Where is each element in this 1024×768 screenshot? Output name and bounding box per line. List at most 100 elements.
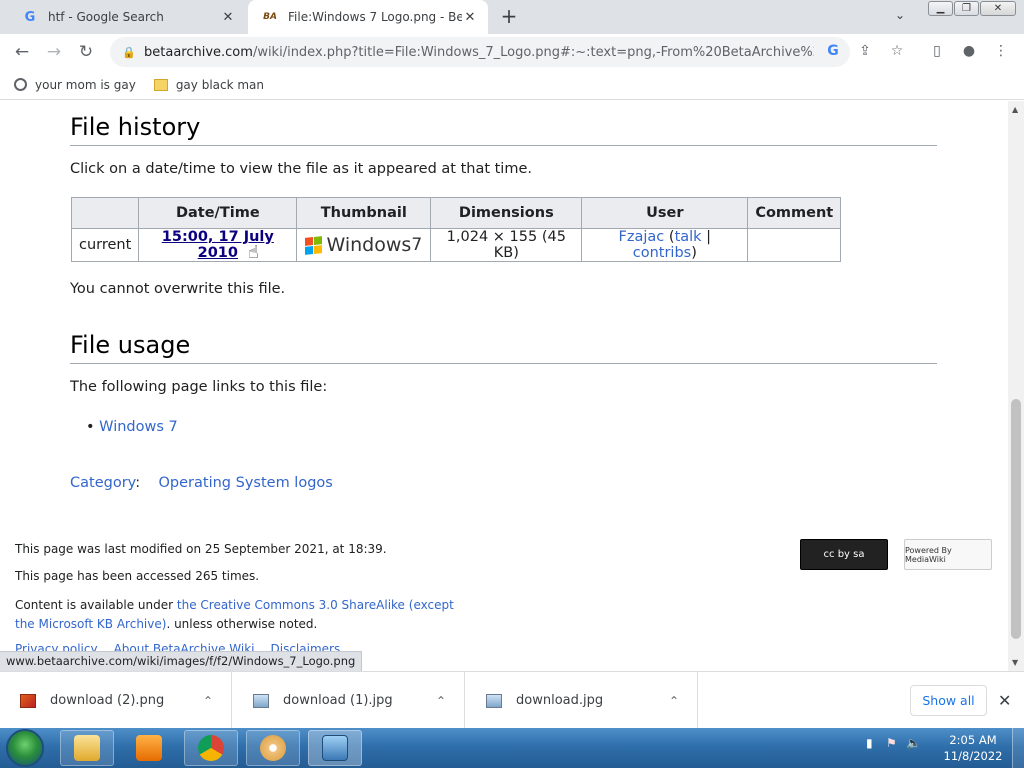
image-viewer-taskbar-button[interactable] — [308, 730, 362, 766]
address-bar[interactable]: 🔒 betaarchive.com/wiki/index.php?title=F… — [110, 37, 850, 67]
footer-license: Content is available under the Creative … — [15, 598, 454, 631]
contribs-link[interactable]: contribs — [633, 245, 691, 261]
scroll-down-icon[interactable]: ▼ — [1012, 658, 1018, 667]
image-viewer-icon — [322, 735, 348, 761]
restore-button[interactable]: ❐ — [954, 1, 979, 16]
file-history-table: Date/Time Thumbnail Dimensions User Comm… — [70, 197, 842, 262]
thumbnail-cell[interactable]: Windows 7 — [296, 228, 432, 262]
lock-icon[interactable]: 🔒 — [122, 46, 136, 59]
scroll-up-icon[interactable]: ▲ — [1012, 105, 1018, 114]
column-header: Comment — [747, 197, 842, 229]
downloads-shelf: download (2).png ⌃ download (1).jpg ⌃ do… — [0, 671, 1024, 729]
download-item[interactable]: download (1).jpg ⌃ — [233, 672, 465, 729]
chevron-up-icon[interactable]: ⌃ — [669, 694, 679, 708]
close-icon[interactable]: ✕ — [998, 691, 1011, 710]
system-clock[interactable]: 2:05 AM 11/8/2022 — [940, 732, 1006, 764]
user-link[interactable]: Fzajac — [619, 229, 665, 245]
file-usage-heading: File usage — [70, 331, 937, 364]
download-filename: download (2).png — [50, 693, 165, 708]
chrome-taskbar-button[interactable] — [184, 730, 238, 766]
version-status: current — [70, 228, 140, 262]
globe-icon — [14, 78, 27, 91]
media-player-taskbar-button[interactable] — [122, 730, 176, 766]
folder-icon — [74, 735, 100, 761]
system-tray: ▮ ⚑ 🔈 — [866, 736, 921, 750]
network-icon[interactable]: ▮ — [866, 736, 880, 750]
footer-last-modified: This page was last modified on 25 Septem… — [15, 542, 387, 556]
download-item[interactable]: download.jpg ⌃ — [466, 672, 698, 729]
show-all-button[interactable]: Show all — [910, 685, 987, 716]
scroll-thumb[interactable] — [1011, 399, 1021, 639]
page-content: File history Click on a date/time to vie… — [0, 101, 1008, 671]
action-center-flag-icon[interactable]: ⚑ — [886, 736, 900, 750]
category-label-link[interactable]: Category — [70, 475, 135, 491]
column-header: Thumbnail — [296, 197, 432, 229]
bookmark-label: your mom is gay — [35, 77, 136, 92]
talk-link[interactable]: talk — [675, 229, 702, 245]
user-cell: Fzajac (talk | contribs) — [581, 228, 749, 262]
cc-badge-text: cc by sa — [823, 549, 865, 560]
google-icon: G — [24, 9, 36, 25]
media-player-icon — [136, 735, 162, 761]
menu-icon[interactable]: ⋮ — [992, 42, 1010, 60]
paint-taskbar-button[interactable] — [246, 730, 300, 766]
betaarchive-icon: BA — [263, 12, 277, 22]
datetime-cell: 15:00, 17 July 2010 — [138, 228, 298, 262]
table-row: current 15:00, 17 July 2010 Windows 7 1,0… — [70, 228, 842, 262]
start-button[interactable] — [6, 729, 44, 767]
comment-cell — [747, 228, 842, 262]
side-panel-icon[interactable]: ▯ — [928, 42, 946, 60]
google-lens-icon[interactable]: G — [824, 42, 842, 60]
window-close-button[interactable]: ✕ — [980, 1, 1016, 16]
windows-7-link[interactable]: Windows 7 — [99, 419, 178, 435]
category-box: Category: Operating System logos — [70, 475, 333, 491]
clock-time: 2:05 AM — [949, 733, 997, 747]
bookmarks-bar: your mom is gay gay black man — [0, 70, 1024, 100]
minimize-button[interactable]: ▁ — [928, 1, 953, 16]
tab-google-search[interactable]: G htf - Google Search ✕ — [8, 0, 246, 34]
download-filename: download (1).jpg — [283, 693, 393, 708]
cc-by-sa-badge[interactable]: cc by sa — [800, 539, 888, 570]
png-file-icon — [20, 693, 36, 708]
folder-icon — [153, 78, 168, 91]
clock-date: 11/8/2022 — [943, 749, 1003, 763]
bookmark-folder[interactable]: gay black man — [153, 77, 265, 92]
show-desktop-button[interactable] — [1012, 728, 1024, 768]
chevron-up-icon[interactable]: ⌃ — [203, 694, 213, 708]
thumbnail-text: Windows — [326, 234, 412, 256]
category-link[interactable]: Operating System logos — [159, 475, 333, 491]
profile-avatar-icon[interactable]: ● — [960, 42, 978, 60]
download-filename: download.jpg — [516, 693, 604, 708]
new-tab-button[interactable]: + — [498, 4, 520, 28]
chevron-up-icon[interactable]: ⌃ — [436, 694, 446, 708]
bookmark-label: gay black man — [175, 77, 265, 92]
tab-title: File:Windows 7 Logo.png - BetaA — [288, 10, 462, 24]
windows-7-logo-thumbnail[interactable]: Windows 7 — [304, 234, 423, 256]
close-tab-icon[interactable]: ✕ — [220, 9, 236, 25]
tab-search-icon[interactable]: ⌄ — [895, 8, 905, 22]
bullet: • — [86, 419, 100, 435]
forward-button[interactable]: → — [44, 42, 64, 62]
url-text: betaarchive.com/wiki/index.php?title=Fil… — [144, 44, 814, 60]
tab-title: htf - Google Search — [48, 10, 164, 24]
vertical-scrollbar[interactable]: ▲ ▼ — [1008, 101, 1024, 671]
table-header-row: Date/Time Thumbnail Dimensions User Comm… — [70, 197, 842, 229]
hand-cursor-icon: ☝ — [248, 242, 259, 263]
mediawiki-badge[interactable]: Powered By MediaWiki — [904, 539, 992, 570]
volume-icon[interactable]: 🔈 — [906, 736, 921, 750]
back-button[interactable]: ← — [12, 42, 32, 62]
column-header: User — [581, 197, 749, 229]
share-icon[interactable]: ⇪ — [856, 42, 874, 60]
reload-button[interactable]: ↻ — [76, 42, 96, 62]
file-history-intro: Click on a date/time to view the file as… — [70, 161, 532, 177]
status-url: www.betaarchive.com/wiki/images/f/f2/Win… — [0, 651, 363, 671]
explorer-taskbar-button[interactable] — [60, 730, 114, 766]
bookmark-item[interactable]: your mom is gay — [14, 78, 136, 92]
image-file-icon — [253, 693, 269, 708]
tab-betaarchive[interactable]: BA File:Windows 7 Logo.png - BetaA ✕ — [248, 0, 488, 34]
windows-flag-icon — [305, 235, 323, 255]
close-tab-icon[interactable]: ✕ — [462, 9, 478, 25]
column-header: Date/Time — [138, 197, 298, 229]
bookmark-star-icon[interactable]: ☆ — [888, 42, 906, 60]
download-item[interactable]: download (2).png ⌃ — [0, 672, 232, 729]
